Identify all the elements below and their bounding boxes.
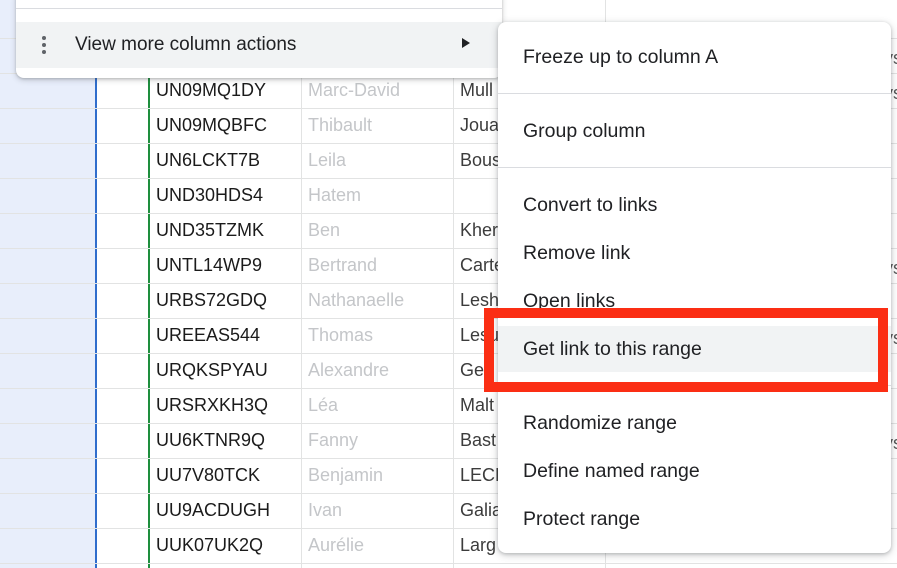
cell-user-id[interactable]: UN09MQ1DY <box>156 73 298 108</box>
cell-last-name[interactable]: Bous <box>460 143 500 178</box>
menu-item-define-named-range[interactable]: Define named range <box>498 448 891 494</box>
more-vert-icon <box>42 36 46 54</box>
cell-user-id[interactable]: UNTL14WP9 <box>156 248 298 283</box>
cell-last-name[interactable]: Lesu <box>460 318 500 353</box>
cell-user-id[interactable]: UN6LCKT7B <box>156 143 298 178</box>
menu-item-label: Convert to links <box>523 193 658 216</box>
menu-item-remove-link[interactable]: Remove link <box>498 230 891 276</box>
menu-item-group-column[interactable]: Group column <box>498 108 891 154</box>
menu-divider <box>498 167 891 168</box>
cell-last-name[interactable]: Geo <box>460 353 500 388</box>
cell-user-id[interactable]: URBS72GDQ <box>156 283 298 318</box>
cell-last-name[interactable]: Larg <box>460 528 500 563</box>
column-a-area <box>97 0 149 568</box>
row-header-area <box>0 0 96 568</box>
menu-item-label: Get link to this range <box>523 337 702 360</box>
menu-item-label: Protect range <box>523 507 641 530</box>
cell-user-id[interactable]: URQKSPYAU <box>156 353 298 388</box>
menu-item-label: Define named range <box>523 459 700 482</box>
cell-last-name[interactable]: Joua <box>460 108 500 143</box>
grid-line <box>301 0 302 568</box>
cell-last-name[interactable]: Bast <box>460 423 500 458</box>
menu-item-label: Remove link <box>523 241 631 264</box>
column-actions-submenu: Freeze up to column A Group column Conve… <box>498 22 891 553</box>
cell-first-name[interactable]: Aurélie <box>308 528 450 563</box>
cell-first-name[interactable]: Leila <box>308 143 450 178</box>
cell-first-name[interactable]: Marc-David <box>308 73 450 108</box>
menu-item-label: Group column <box>523 119 646 142</box>
cell-first-name[interactable]: Ivan <box>308 493 450 528</box>
grid-line <box>0 563 897 564</box>
cell-first-name[interactable]: Thomas <box>308 318 450 353</box>
cell-first-name[interactable]: Ben <box>308 213 450 248</box>
cell-first-name[interactable]: Nathanaelle <box>308 283 450 318</box>
cell-first-name[interactable]: Fanny <box>308 423 450 458</box>
cell-last-name[interactable]: Mull <box>460 73 500 108</box>
cell-last-name[interactable]: Lesh <box>460 283 500 318</box>
cell-user-id[interactable]: UND35TZMK <box>156 213 298 248</box>
cell-first-name[interactable]: Alexandre <box>308 353 450 388</box>
cell-user-id[interactable]: UN09MQBFC <box>156 108 298 143</box>
cell-user-id[interactable]: URSRXKH3Q <box>156 388 298 423</box>
cell-last-name[interactable]: Kher <box>460 213 500 248</box>
grid-line <box>453 0 454 568</box>
cell-first-name[interactable]: Bertrand <box>308 248 450 283</box>
column-context-menu: View more column actions <box>16 0 502 78</box>
cell-last-name[interactable]: Galia <box>460 493 500 528</box>
cell-user-id[interactable]: UU9ACDUGH <box>156 493 298 528</box>
cell-last-name[interactable]: Malt <box>460 388 500 423</box>
cell-first-name[interactable]: Hatem <box>308 178 450 213</box>
cell-user-id[interactable]: UU6KTNR9Q <box>156 423 298 458</box>
menu-item-randomize-range[interactable]: Randomize range <box>498 400 891 446</box>
menu-item-label: View more column actions <box>75 34 297 55</box>
view-more-column-actions-item[interactable]: View more column actions <box>16 22 502 68</box>
cell-last-name[interactable] <box>460 178 500 213</box>
menu-item-convert-to-links[interactable]: Convert to links <box>498 182 891 228</box>
cell-user-id[interactable]: UREEAS544 <box>156 318 298 353</box>
cell-last-name[interactable]: Carte <box>460 248 500 283</box>
menu-item-freeze-up-to-column[interactable]: Freeze up to column A <box>498 34 891 80</box>
menu-item-open-links[interactable]: Open links <box>498 278 891 324</box>
menu-divider <box>498 385 891 386</box>
cell-first-name[interactable]: Benjamin <box>308 458 450 493</box>
column-selection-border <box>95 0 97 568</box>
menu-item-get-link-to-this-range[interactable]: Get link to this range <box>498 326 891 372</box>
cell-last-name[interactable]: LECL <box>460 458 500 493</box>
menu-item-label: Open links <box>523 289 616 312</box>
menu-item-label: Randomize range <box>523 411 677 434</box>
cell-first-name[interactable]: Thibault <box>308 108 450 143</box>
menu-divider <box>498 93 891 94</box>
cell-first-name[interactable]: Léa <box>308 388 450 423</box>
active-column-border <box>148 0 150 568</box>
menu-item-protect-range[interactable]: Protect range <box>498 496 891 542</box>
menu-item-label: Freeze up to column A <box>523 45 719 68</box>
submenu-arrow-icon <box>462 38 470 48</box>
cell-user-id[interactable]: UU7V80TCK <box>156 458 298 493</box>
cell-user-id[interactable]: UUK07UK2Q <box>156 528 298 563</box>
cell-user-id[interactable]: UND30HDS4 <box>156 178 298 213</box>
menu-divider <box>16 8 502 9</box>
